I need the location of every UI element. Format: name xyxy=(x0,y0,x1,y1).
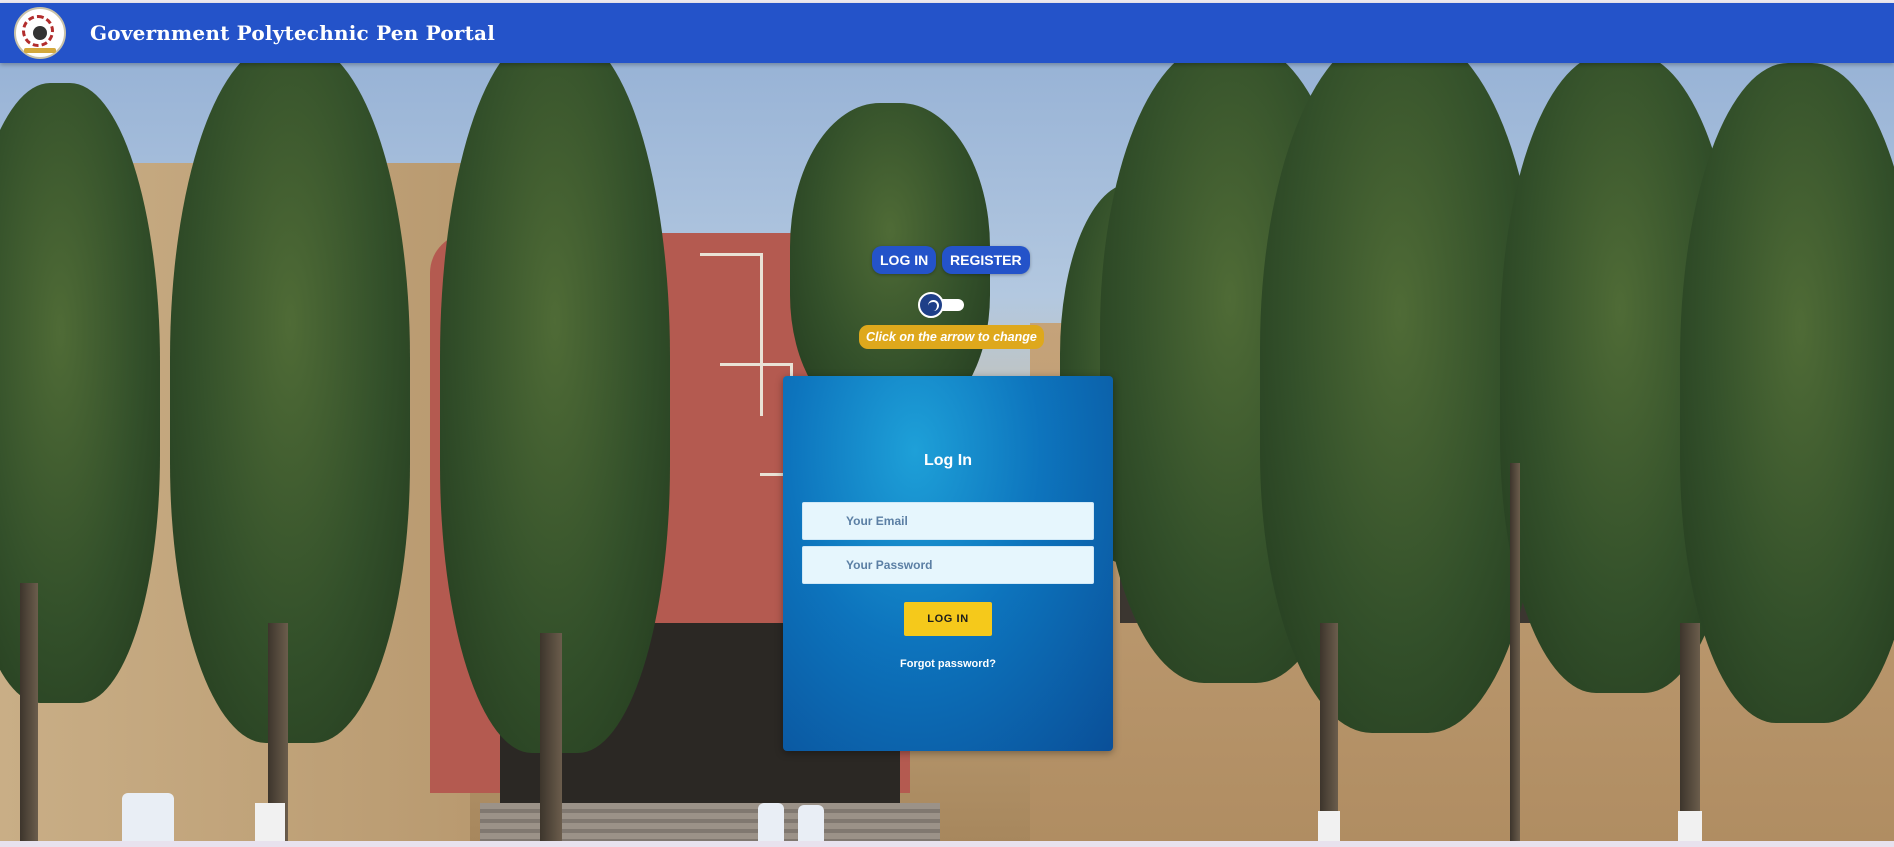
college-emblem-logo xyxy=(14,7,66,59)
login-tab-button[interactable]: LOG IN xyxy=(872,246,937,274)
forgot-password-link[interactable]: Forgot password? xyxy=(783,658,1113,670)
tree-trunk xyxy=(1320,623,1338,841)
tree-trunk xyxy=(1680,623,1700,841)
person-figure xyxy=(798,805,824,841)
person-figure xyxy=(122,793,174,841)
login-card: Log In LOG IN Forgot password? xyxy=(783,376,1113,751)
tree xyxy=(1680,63,1894,723)
page-bottom-strip xyxy=(0,841,1894,847)
mode-toggle-switch[interactable] xyxy=(916,290,970,320)
logo-ribbon xyxy=(24,48,56,53)
top-app-bar: Government Polytechnic Pen Portal xyxy=(0,3,1894,63)
tree xyxy=(1260,63,1540,733)
login-submit-button[interactable]: LOG IN xyxy=(904,602,992,636)
tree-trunk xyxy=(540,633,562,841)
toggle-arrow-icon[interactable] xyxy=(918,292,944,318)
tree-trunk xyxy=(20,583,38,841)
toggle-hint-badge: Click on the arrow to change xyxy=(859,325,1044,349)
lamp-post xyxy=(1510,463,1520,841)
tree-trunk-paint xyxy=(255,803,285,841)
tree-trunk-paint xyxy=(1678,811,1702,841)
tree xyxy=(170,63,410,743)
register-tab-button[interactable]: REGISTER xyxy=(942,246,1030,274)
email-field[interactable] xyxy=(802,502,1094,540)
logo-hub xyxy=(33,26,47,40)
person-figure xyxy=(758,803,784,841)
password-field[interactable] xyxy=(802,546,1094,584)
login-card-title: Log In xyxy=(924,452,972,469)
portal-title: Government Polytechnic Pen Portal xyxy=(90,21,495,45)
tree-trunk-paint xyxy=(1318,811,1340,841)
